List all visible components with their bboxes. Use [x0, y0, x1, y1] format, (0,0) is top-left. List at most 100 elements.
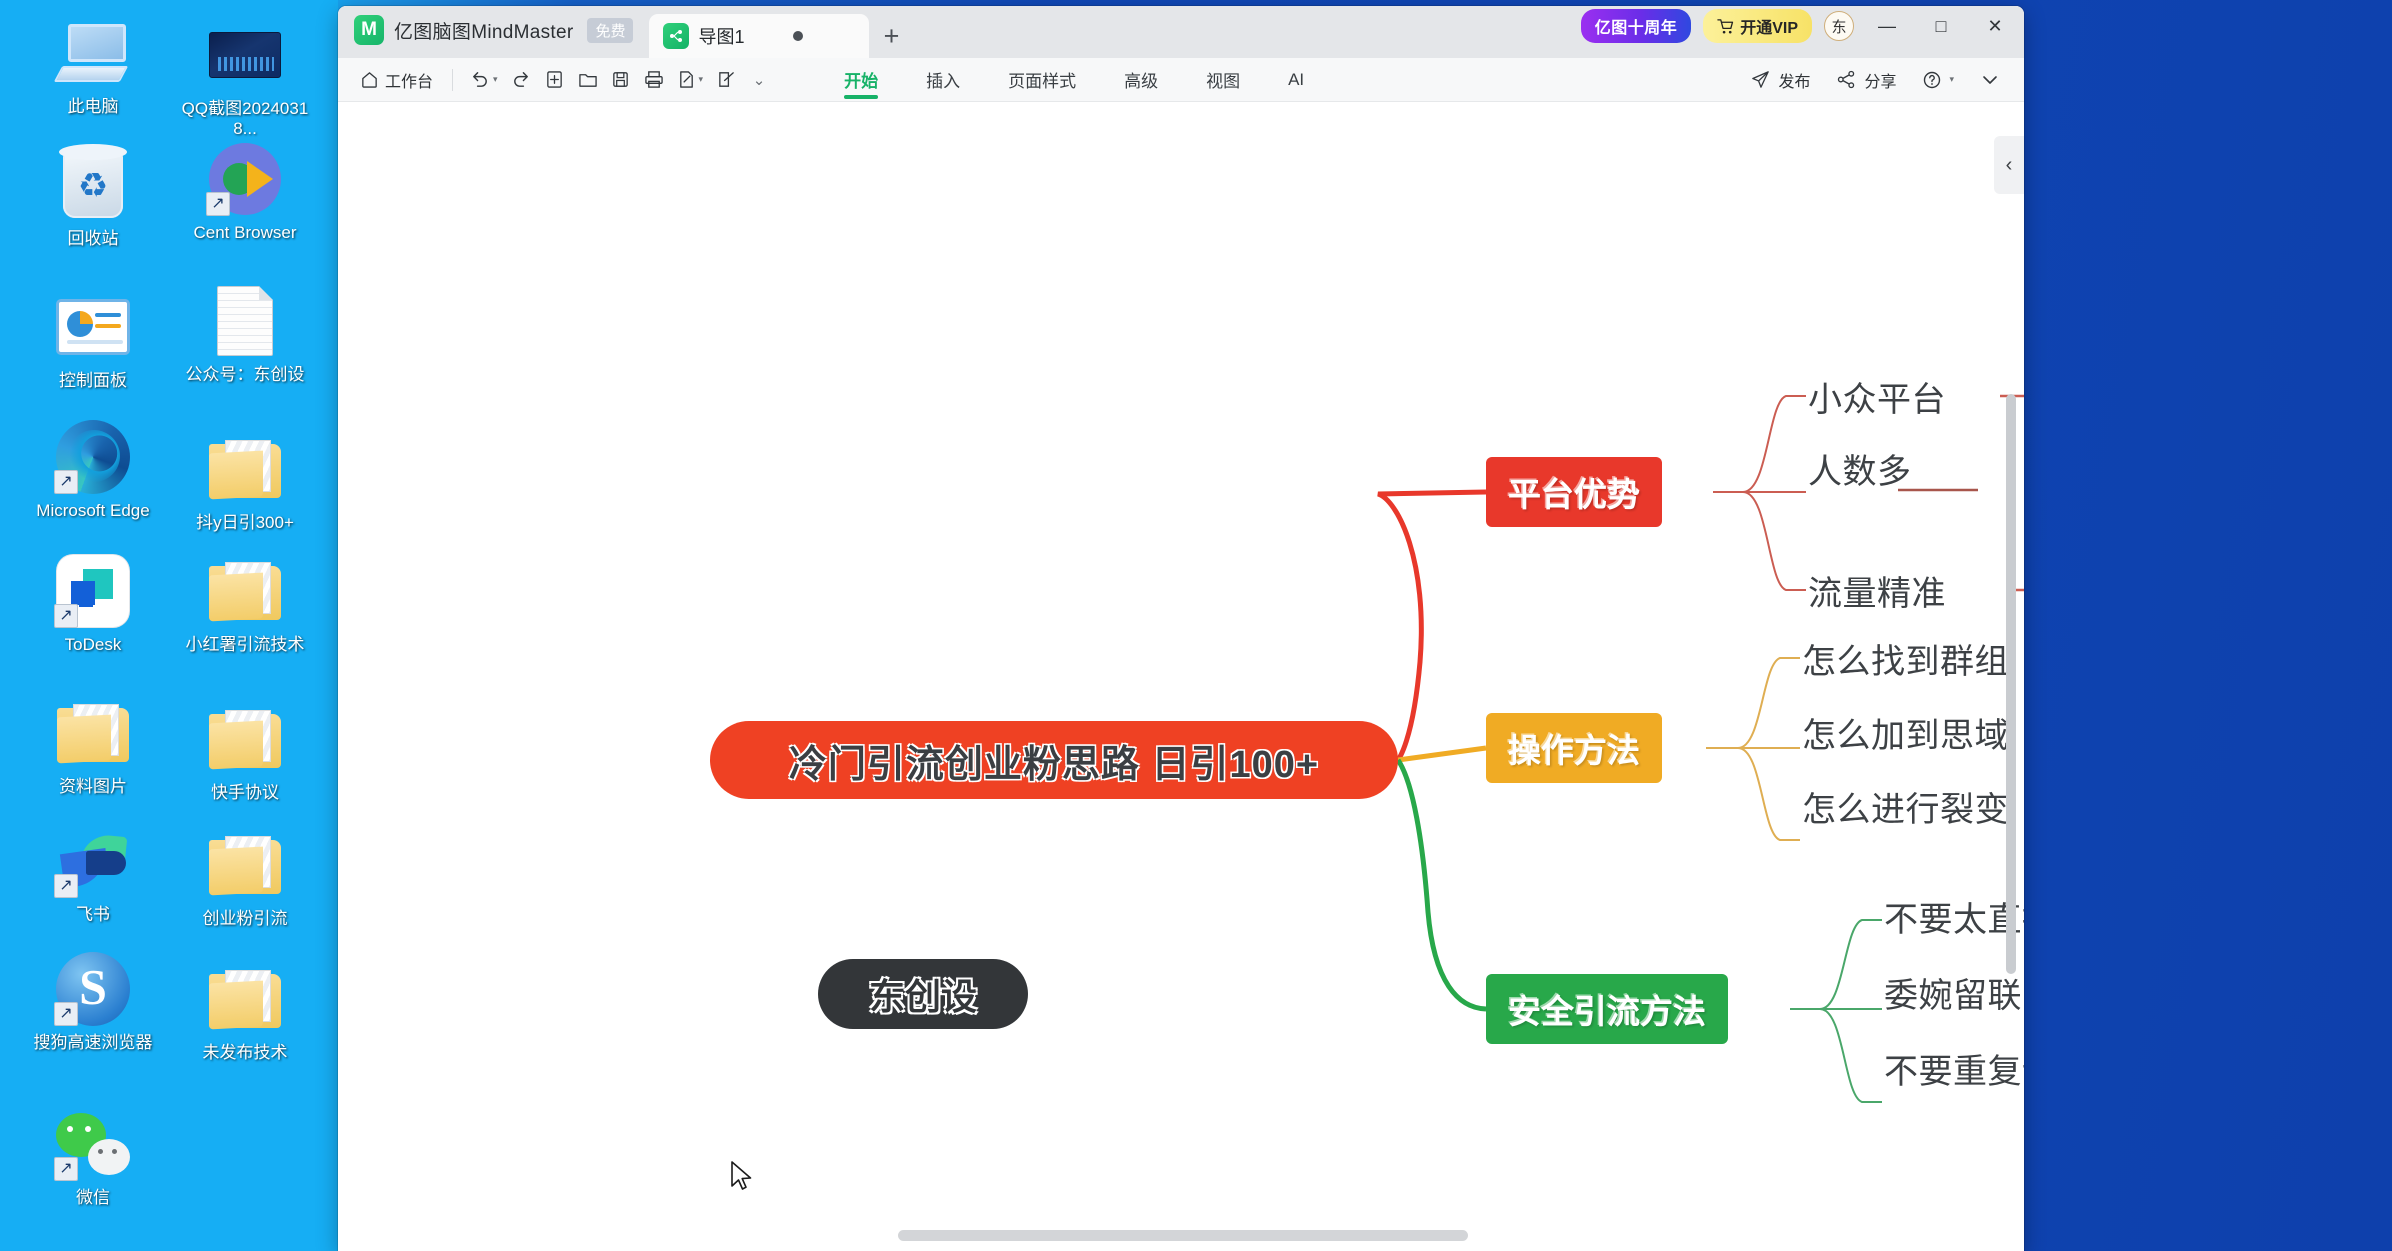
desktop-icon-chuangyefen-folder[interactable]: 创业粉引流: [170, 826, 320, 929]
desktop-icon-column-1: 此电脑: [18, 14, 168, 133]
horizontal-scrollbar[interactable]: [898, 1230, 1468, 1241]
desktop-icon-gongzhonghao-wrap: 公众号：东创设: [170, 282, 320, 401]
mindmap-branch-node-operation-method[interactable]: 操作方法: [1486, 713, 1662, 783]
redo-button[interactable]: [506, 64, 537, 96]
mindmap-leaf-node[interactable]: 流量精准: [1808, 566, 1946, 615]
desktop-icon-weifabu-folder[interactable]: 未发布技术: [170, 960, 320, 1063]
desktop-icon-todesk-wrap: ↗ ToDesk: [18, 552, 168, 671]
title-bar: M 亿图脑图MindMaster 免费 导图1 + 亿图十周年 开通VIP 东 …: [338, 6, 2024, 58]
publish-button[interactable]: 发布: [1740, 64, 1820, 96]
feishu-icon: ↗: [54, 822, 132, 900]
tab-start[interactable]: 开始: [820, 59, 902, 101]
minimize-button[interactable]: —: [1866, 6, 1908, 46]
collapse-right-panel-button[interactable]: ‹: [1994, 136, 2024, 194]
mindmap-leaf-node[interactable]: 怎么加到思域: [1802, 708, 2009, 757]
desktop-icon-sogou-browser[interactable]: ↗ 搜狗高速浏览器: [18, 950, 168, 1053]
save-button[interactable]: [606, 64, 636, 96]
folder-icon: [206, 430, 284, 508]
folder-icon: [54, 694, 132, 772]
unsaved-indicator-icon: [793, 31, 804, 41]
desktop-icon-recycle-bin-wrap: 回收站: [18, 144, 168, 265]
workbench-button[interactable]: 工作台: [352, 64, 441, 96]
desktop-icon-label: 资料图片: [59, 777, 127, 796]
desktop-icon-label: 回收站: [67, 229, 119, 248]
vertical-scrollbar[interactable]: [2006, 394, 2016, 974]
mindmap-leaf-node[interactable]: 小众平台: [1808, 372, 1946, 421]
desktop-icon-control-panel-wrap: 控制面板: [18, 288, 168, 407]
desktop-icon-label: 控制面板: [59, 371, 127, 390]
print-button[interactable]: [639, 64, 669, 96]
mindmap-leaf-node[interactable]: 委婉留联系方式: [1884, 968, 2024, 1017]
anniversary-promo-button[interactable]: 亿图十周年: [1580, 9, 1692, 43]
mindmap-leaf-node[interactable]: 不要重复话术: [1884, 1044, 2024, 1093]
folder-icon: [206, 700, 284, 778]
desktop-icon-xiaohongshu-folder[interactable]: 小红署引流技术: [170, 552, 320, 655]
desktop-icon-feishu-wrap: ↗ 飞书: [18, 822, 168, 941]
desktop-icon-gongzhonghao-doc[interactable]: 公众号：东创设: [170, 282, 320, 385]
desktop-icon-label: Cent Browser: [193, 223, 297, 242]
document-tab-label: 导图1: [698, 27, 745, 47]
desktop-icon-label: 创业粉引流: [202, 909, 288, 928]
desktop-icon-feishu[interactable]: ↗ 飞书: [18, 822, 168, 925]
desktop-icon-kuaishou-folder[interactable]: 快手协议: [170, 700, 320, 803]
desktop-icon-microsoft-edge[interactable]: ↗ Microsoft Edge: [18, 418, 168, 521]
folder-icon: [206, 960, 284, 1038]
app-title: 亿图脑图MindMaster: [394, 21, 574, 43]
mindmap-leaf-node[interactable]: 不要太直接: [1884, 892, 2024, 941]
desktop-icon-cent-browser-wrap: ↗ Cent Browser: [170, 140, 320, 259]
chevron-down-icon: [1983, 75, 1997, 84]
help-button[interactable]: ▾: [1912, 64, 1964, 96]
mindmap-branch-node-safe-traffic-method[interactable]: 安全引流方法: [1486, 974, 1728, 1044]
tab-view[interactable]: 视图: [1182, 59, 1264, 101]
export-button[interactable]: ▾: [672, 64, 709, 96]
close-button[interactable]: ✕: [1974, 6, 2016, 46]
desktop-icon-ziliaotupian[interactable]: 资料图片: [18, 694, 168, 797]
desktop-icon-wechat[interactable]: ↗ 微信: [18, 1105, 168, 1208]
mindmap-floating-node[interactable]: 东创设: [818, 959, 1028, 1029]
new-tab-button[interactable]: +: [869, 14, 913, 58]
mindmap-leaf-node[interactable]: 怎么进行裂变: [1802, 782, 2009, 831]
image-thumbnail-icon: [206, 16, 284, 94]
share-button[interactable]: 分享: [1826, 64, 1906, 96]
publish-icon: [1752, 71, 1770, 88]
desktop-icon-douyin-folder[interactable]: 抖y日引300+: [170, 430, 320, 533]
share-label: 分享: [1864, 73, 1897, 91]
open-vip-button[interactable]: 开通VIP: [1703, 9, 1812, 43]
tab-insert[interactable]: 插入: [902, 59, 984, 101]
desktop-icon-control-panel[interactable]: 控制面板: [18, 288, 168, 391]
home-icon: [362, 72, 377, 88]
shortcut-overlay-icon: ↗: [54, 874, 78, 898]
document-tab-daotu1[interactable]: 导图1: [649, 14, 870, 58]
more-commands-button[interactable]: ⌄: [744, 64, 774, 96]
tab-advanced[interactable]: 高级: [1100, 59, 1182, 101]
tab-ai[interactable]: AI: [1264, 59, 1328, 101]
open-file-button[interactable]: [573, 64, 603, 96]
undo-button[interactable]: ▾: [464, 64, 503, 96]
new-document-button[interactable]: [540, 64, 570, 96]
user-avatar[interactable]: 东: [1824, 11, 1854, 41]
tab-page-style[interactable]: 页面样式: [984, 59, 1100, 101]
desktop-icon-ziliaotupian-wrap: 资料图片: [18, 694, 168, 813]
mindmap-leaf-node[interactable]: 怎么找到群组: [1802, 634, 2009, 683]
desktop-icon-todesk[interactable]: ↗ ToDesk: [18, 552, 168, 655]
desktop-icon-recycle-bin[interactable]: 回收站: [18, 144, 168, 249]
mindmap-leaf-node[interactable]: 人数多: [1808, 444, 1912, 493]
desktop-icon-weifabu-wrap: 未发布技术: [170, 960, 320, 1079]
shortcut-overlay-icon: ↗: [54, 1157, 78, 1181]
mindmap-canvas[interactable]: 冷门引流创业粉思路 日引100+ 东创设 平台优势 小众平台 活跃度高 人数多 …: [338, 102, 2024, 1251]
desktop-icon-label: ToDesk: [64, 635, 122, 654]
mindmap-branch-node-platform-advantage[interactable]: 平台优势: [1486, 457, 1662, 527]
edit-shape-button[interactable]: [711, 64, 741, 96]
desktop-icon-qq-screenshot[interactable]: QQ截图20240318...: [170, 16, 320, 139]
todesk-icon: ↗: [54, 552, 132, 630]
maximize-button[interactable]: □: [1920, 6, 1962, 46]
cart-icon: [1717, 18, 1734, 33]
desktop-icon-cent-browser[interactable]: ↗ Cent Browser: [170, 140, 320, 243]
desktop-icon-label: 未发布技术: [202, 1043, 288, 1062]
shortcut-overlay-icon: ↗: [54, 604, 78, 628]
collapse-ribbon-button[interactable]: [1970, 64, 2010, 96]
desktop-icon-this-pc[interactable]: 此电脑: [18, 14, 168, 117]
mindmap-root-node[interactable]: 冷门引流创业粉思路 日引100+: [710, 721, 1398, 799]
desktop-icon-douyin-wrap: 抖y日引300+: [170, 430, 320, 549]
open-vip-label: 开通VIP: [1740, 20, 1798, 37]
